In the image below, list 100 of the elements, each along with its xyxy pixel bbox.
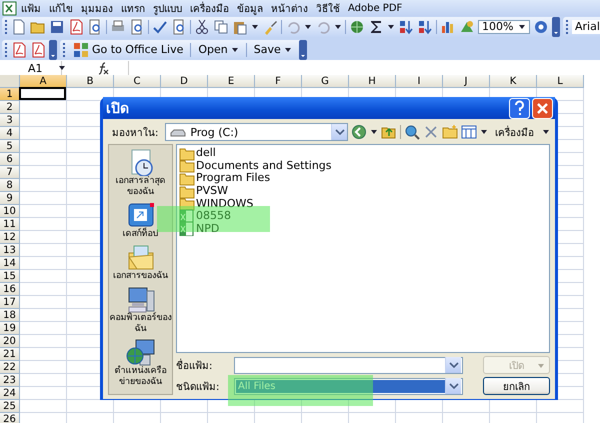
spreadsheet-file-icon[interactable] xyxy=(179,221,195,236)
menu-item[interactable]: แฟ้ม xyxy=(17,0,45,16)
toolbar-options-icon[interactable] xyxy=(298,40,307,60)
desktop-icon[interactable] xyxy=(126,201,156,229)
spelling-check-icon[interactable] xyxy=(152,18,168,34)
menu-item[interactable]: แก้ไข xyxy=(45,0,77,16)
row-header[interactable]: 13 xyxy=(0,244,20,257)
row-header[interactable]: 9 xyxy=(0,192,20,205)
tools-menu[interactable]: เครื่องมือ xyxy=(495,124,550,140)
menu-item[interactable]: แทรก xyxy=(117,0,149,16)
caret-icon[interactable] xyxy=(518,22,526,30)
file-item[interactable]: 08558 xyxy=(196,210,231,222)
menu-item[interactable]: วิธีใช้ xyxy=(312,0,344,16)
caret-icon[interactable] xyxy=(542,128,550,136)
caret-icon[interactable] xyxy=(230,46,239,54)
column-header[interactable]: L xyxy=(537,75,584,88)
file-item[interactable]: WINDOWS xyxy=(196,198,254,210)
file-item[interactable]: Documents and Settings xyxy=(196,160,332,172)
row-header[interactable]: 11 xyxy=(0,218,20,231)
column-header[interactable]: C xyxy=(114,75,161,88)
caret-icon[interactable] xyxy=(58,64,66,72)
row-header[interactable]: 3 xyxy=(0,114,20,127)
row-header[interactable]: 24 xyxy=(0,387,20,400)
new-document-icon[interactable] xyxy=(11,18,27,34)
toolbar-options-icon[interactable] xyxy=(552,16,560,36)
sum-icon[interactable] xyxy=(368,18,384,34)
toolbar-grip-icon[interactable] xyxy=(4,42,8,58)
folder-icon[interactable] xyxy=(179,170,195,186)
row-header[interactable]: 16 xyxy=(0,283,20,296)
file-item[interactable]: PVSW xyxy=(196,185,228,198)
toolbar-button[interactable]: Go to Office Live xyxy=(69,40,188,58)
row-header[interactable]: 26 xyxy=(0,413,20,423)
close-icon[interactable] xyxy=(532,98,553,118)
places-item[interactable]: เดสก์ท็อป xyxy=(122,229,158,240)
menu-item[interactable]: รูปแบบ xyxy=(149,0,186,16)
web-search-icon[interactable] xyxy=(404,124,420,140)
delete-icon[interactable] xyxy=(423,124,439,140)
chevron-down-icon[interactable] xyxy=(448,361,458,369)
views-icon[interactable] xyxy=(461,124,477,140)
column-header[interactable]: J xyxy=(443,75,490,88)
file-item[interactable]: Program Files xyxy=(196,172,270,184)
toolbar-button[interactable]: Save xyxy=(250,40,296,58)
row-header[interactable]: 4 xyxy=(0,127,20,140)
drive-icon[interactable] xyxy=(170,127,186,137)
menu-item[interactable]: ข้อมูล xyxy=(233,0,267,16)
drawing-icon[interactable] xyxy=(459,18,475,34)
active-cell[interactable] xyxy=(19,87,66,100)
hyperlink-globe-icon[interactable] xyxy=(349,18,365,34)
column-header[interactable]: E xyxy=(208,75,255,88)
caret-icon[interactable] xyxy=(480,128,488,136)
places-item[interactable]: คอมพิวเตอร์ของฉัน xyxy=(110,313,172,335)
column-header[interactable]: D xyxy=(161,75,208,88)
row-header[interactable]: 23 xyxy=(0,374,20,387)
menu-item[interactable]: หน้าต่าง xyxy=(267,0,312,16)
office-live-icon[interactable] xyxy=(73,42,89,58)
column-header[interactable]: H xyxy=(349,75,396,88)
row-header[interactable]: 12 xyxy=(0,231,20,244)
row-header[interactable]: 14 xyxy=(0,257,20,270)
places-item[interactable]: เอกสารของฉัน xyxy=(113,271,168,282)
column-header[interactable]: F xyxy=(255,75,302,88)
workbook-icon[interactable] xyxy=(2,0,17,16)
row-header[interactable]: 2 xyxy=(0,101,20,114)
row-header[interactable]: 15 xyxy=(0,270,20,283)
chevron-down-icon[interactable] xyxy=(334,128,345,136)
column-header[interactable]: B xyxy=(67,75,114,88)
row-header[interactable]: 22 xyxy=(0,361,20,374)
places-item[interactable]: ตำแหน่งเครือข่ายของฉัน xyxy=(110,366,172,388)
toolbar-button[interactable]: Open xyxy=(194,40,243,58)
places-item[interactable]: เอกสารล่าสุดของฉัน xyxy=(110,176,172,198)
folder-icon[interactable] xyxy=(179,184,195,199)
file-item[interactable]: dell xyxy=(196,147,216,160)
row-header[interactable]: 6 xyxy=(0,153,20,166)
format-brush-icon[interactable] xyxy=(262,18,278,34)
caret-icon[interactable] xyxy=(304,22,312,30)
row-header[interactable]: 5 xyxy=(0,140,20,153)
row-header[interactable]: 25 xyxy=(0,400,20,413)
pdf-settings-icon[interactable] xyxy=(30,42,46,58)
row-header[interactable]: 21 xyxy=(0,348,20,361)
column-header[interactable]: A xyxy=(20,75,67,88)
computer-icon[interactable] xyxy=(126,285,156,313)
row-header[interactable]: 20 xyxy=(0,335,20,348)
pdf-icon[interactable] xyxy=(11,42,27,58)
chevron-down-icon[interactable] xyxy=(448,382,458,390)
row-header[interactable]: 8 xyxy=(0,179,20,192)
look-in-dropdown[interactable]: Prog (C:) xyxy=(165,123,348,141)
caret-icon[interactable] xyxy=(370,128,378,136)
toolbar-grip-icon[interactable] xyxy=(62,42,66,58)
menu-item[interactable]: มุมมอง xyxy=(77,0,117,16)
folder-icon[interactable] xyxy=(179,196,195,212)
toolbar-grip-icon[interactable] xyxy=(565,18,569,34)
zoom-field[interactable]: 100% xyxy=(478,20,530,34)
row-header[interactable]: 18 xyxy=(0,309,20,322)
file-name-field[interactable] xyxy=(234,356,463,374)
toolbar-grip-icon[interactable] xyxy=(4,18,8,34)
function-icon[interactable] xyxy=(96,61,110,75)
folder-icon[interactable] xyxy=(179,158,195,174)
toolbar-options-icon[interactable] xyxy=(49,40,57,60)
column-header[interactable]: I xyxy=(396,75,443,88)
caret-icon[interactable] xyxy=(334,22,342,30)
caret-icon[interactable] xyxy=(251,22,259,30)
